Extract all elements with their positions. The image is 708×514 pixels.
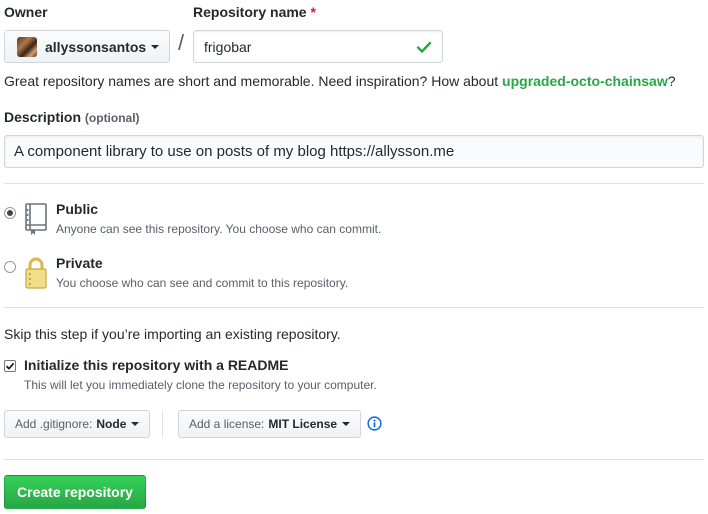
- public-radio[interactable]: [4, 207, 16, 219]
- public-title: Public: [56, 201, 99, 217]
- description-value: A component library to use on posts of m…: [14, 143, 455, 160]
- readme-label: Initialize this repository with a README: [24, 357, 289, 373]
- readme-checkbox[interactable]: [4, 360, 16, 372]
- chevron-down-icon: [151, 44, 160, 49]
- public-note: Anyone can see this repository. You choo…: [56, 222, 382, 236]
- repo-name-input[interactable]: frigobar: [193, 30, 443, 63]
- private-note: You choose who can see and commit to thi…: [56, 276, 349, 290]
- name-suggestion-link[interactable]: upgraded-octo-chainsaw: [502, 73, 668, 89]
- lock-icon: [25, 257, 47, 289]
- repo-name-label-text: Repository name: [193, 4, 307, 20]
- import-note: Skip this step if you’re importing an ex…: [4, 326, 341, 342]
- chevron-down-icon: [342, 422, 351, 426]
- repo-book-icon: [25, 203, 47, 235]
- readme-note: This will let you immediately clone the …: [24, 378, 377, 392]
- license-select[interactable]: Add a license: MIT License: [178, 410, 362, 438]
- owner-label: Owner: [4, 4, 48, 20]
- optional-note: (optional): [84, 111, 140, 125]
- chevron-down-icon: [131, 422, 140, 426]
- check-icon: [416, 41, 432, 53]
- private-title: Private: [56, 255, 103, 271]
- vertical-divider: [162, 410, 163, 438]
- repo-name-label: Repository name *: [193, 4, 316, 20]
- divider: [4, 183, 704, 184]
- gitignore-value: Node: [96, 417, 127, 431]
- description-input[interactable]: A component library to use on posts of m…: [4, 135, 704, 168]
- divider: [4, 459, 704, 460]
- hint-text: Great repository names are short and mem…: [4, 73, 503, 89]
- checkmark-icon: [5, 362, 15, 370]
- description-label-text: Description: [4, 109, 82, 125]
- repo-name-hint: Great repository names are short and mem…: [4, 73, 676, 89]
- private-radio[interactable]: [4, 261, 16, 273]
- repo-name-value: frigobar: [204, 38, 252, 55]
- create-repository-button[interactable]: Create repository: [4, 475, 146, 509]
- required-mark: *: [310, 4, 316, 20]
- gitignore-select[interactable]: Add .gitignore: Node: [4, 410, 151, 438]
- info-icon[interactable]: [367, 416, 382, 431]
- gitignore-prefix: Add .gitignore:: [15, 417, 93, 431]
- hint-suffix: ?: [667, 73, 676, 89]
- divider: [4, 307, 704, 308]
- description-label: Description (optional): [4, 109, 140, 125]
- owner-value: allyssonsantos: [45, 38, 147, 55]
- license-prefix: Add a license:: [189, 417, 265, 431]
- license-value: MIT License: [268, 417, 338, 431]
- avatar: [17, 36, 37, 57]
- owner-repo-separator: /: [178, 30, 185, 55]
- owner-select[interactable]: allyssonsantos: [4, 30, 170, 63]
